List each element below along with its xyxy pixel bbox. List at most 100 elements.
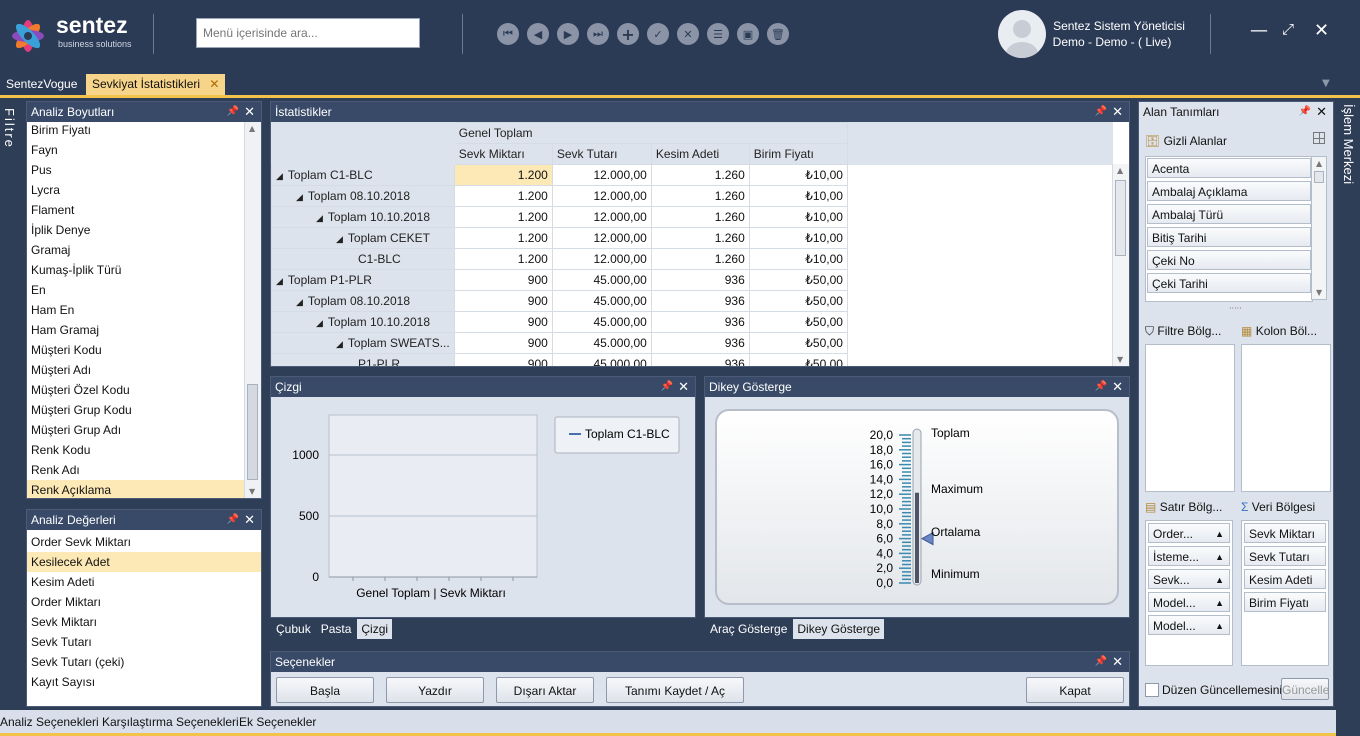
data-field-item[interactable]: Birim Fiyatı bbox=[1244, 592, 1326, 612]
value-item[interactable]: Sevk Tutarı bbox=[27, 632, 261, 652]
dimension-item[interactable]: Lycra bbox=[27, 180, 245, 200]
table-cell[interactable]: ₺10,00 bbox=[748, 248, 848, 270]
last-record-icon[interactable]: ⏭ bbox=[587, 23, 609, 45]
table-cell[interactable]: ₺10,00 bbox=[748, 185, 848, 207]
scroll-up-icon[interactable]: ▲ bbox=[1117, 166, 1123, 175]
table-cell[interactable]: 1.200 bbox=[453, 206, 553, 228]
table-cell[interactable]: 12.000,00 bbox=[551, 164, 652, 186]
row-header[interactable]: ◢ Toplam CEKET bbox=[271, 227, 455, 249]
column-area-box[interactable] bbox=[1241, 344, 1331, 492]
hidden-field-item[interactable]: Ambalaj Açıklama bbox=[1147, 181, 1311, 201]
confirm-icon[interactable]: ✓ bbox=[647, 23, 669, 45]
row-field-item[interactable]: Model... ▲ bbox=[1148, 615, 1230, 635]
close-icon[interactable]: ✕ bbox=[244, 510, 255, 530]
column-header[interactable]: Sevk Tutarı bbox=[551, 143, 652, 165]
splitter-handle[interactable]: ····· bbox=[1229, 304, 1242, 313]
value-item[interactable]: Kayıt Sayısı bbox=[27, 672, 261, 692]
next-record-icon[interactable]: ▶ bbox=[557, 23, 579, 45]
row-header[interactable]: ◢ Toplam P1-PLR bbox=[271, 269, 455, 291]
add-icon[interactable]: + bbox=[617, 23, 639, 45]
pin-icon[interactable]: 📌 bbox=[227, 102, 239, 122]
table-cell[interactable]: 900 bbox=[453, 290, 553, 312]
dimension-item[interactable]: İplik Denye bbox=[27, 220, 245, 240]
tab-bar-chart[interactable]: Çubuk bbox=[272, 619, 315, 639]
collapse-icon[interactable]: ◢ bbox=[276, 171, 283, 181]
data-field-item[interactable]: Sevk Tutarı bbox=[1244, 546, 1326, 566]
scrollbar-thumb[interactable] bbox=[1115, 180, 1126, 256]
hidden-field-item[interactable]: Ambalaj Türü bbox=[1147, 204, 1311, 224]
table-cell[interactable]: 1.200 bbox=[453, 248, 553, 270]
table-cell[interactable]: 936 bbox=[650, 269, 750, 291]
dimension-item[interactable]: Müşteri Grup Kodu bbox=[27, 400, 245, 420]
dimension-item[interactable]: Flament bbox=[27, 200, 245, 220]
collapse-icon[interactable]: ◢ bbox=[316, 318, 323, 328]
row-header[interactable]: ◢ Toplam 08.10.2018 bbox=[271, 290, 455, 312]
close-tab-icon[interactable]: ✕ bbox=[209, 77, 219, 91]
cancel-icon[interactable]: ✕ bbox=[677, 23, 699, 45]
column-header[interactable]: Birim Fiyatı bbox=[748, 143, 848, 165]
scrollbar-thumb[interactable] bbox=[247, 384, 258, 480]
value-item[interactable]: Order Miktarı bbox=[27, 592, 261, 612]
table-cell[interactable]: 45.000,00 bbox=[551, 311, 652, 333]
scrollbar[interactable]: ▲ ▼ bbox=[244, 122, 261, 498]
row-header[interactable]: ◢ Toplam SWEATS... bbox=[271, 332, 455, 354]
filter-side-tab[interactable]: Filtre bbox=[2, 108, 17, 168]
dimension-item[interactable]: Renk Açıklama bbox=[27, 480, 245, 498]
extra-options-link[interactable]: Ek Seçenekler bbox=[239, 715, 316, 729]
sort-up-icon[interactable]: ▲ bbox=[1215, 593, 1224, 613]
row-header[interactable]: C1-BLC bbox=[271, 248, 455, 270]
dimension-item[interactable]: Müşteri Özel Kodu bbox=[27, 380, 245, 400]
table-cell[interactable]: 1.260 bbox=[650, 164, 750, 186]
row-field-item[interactable]: Order... ▲ bbox=[1148, 523, 1230, 543]
hidden-field-item[interactable]: Çeki Tarihi bbox=[1147, 273, 1311, 293]
table-cell[interactable]: 1.260 bbox=[650, 248, 750, 270]
tab-line-chart[interactable]: Çizgi bbox=[357, 619, 393, 639]
pivot-scrollbar[interactable]: ▲ ▼ bbox=[1112, 164, 1129, 366]
dimension-item[interactable]: Ham En bbox=[27, 300, 245, 320]
row-field-item[interactable]: Model... ▲ bbox=[1148, 592, 1230, 612]
collapse-icon[interactable]: ◢ bbox=[336, 339, 343, 349]
table-cell[interactable]: 45.000,00 bbox=[551, 269, 652, 291]
hidden-field-item[interactable]: Acenta bbox=[1147, 158, 1311, 178]
hidden-field-item[interactable]: Çeki No bbox=[1147, 250, 1311, 270]
table-cell[interactable]: 936 bbox=[650, 353, 750, 366]
row-field-item[interactable]: Sevk... ▲ bbox=[1148, 569, 1230, 589]
table-cell[interactable]: 12.000,00 bbox=[551, 185, 652, 207]
value-item[interactable]: Kesilecek Adet bbox=[27, 552, 261, 572]
comparison-options-link[interactable]: Karşılaştırma Seçenekleri bbox=[102, 715, 239, 729]
scroll-up-icon[interactable]: ▲ bbox=[249, 124, 255, 133]
pin-icon[interactable]: 📌 bbox=[661, 377, 673, 397]
row-field-item[interactable]: İsteme... ▲ bbox=[1148, 546, 1230, 566]
table-cell[interactable]: 1.260 bbox=[650, 206, 750, 228]
data-field-item[interactable]: Kesim Adeti bbox=[1244, 569, 1326, 589]
table-cell[interactable]: 1.260 bbox=[650, 227, 750, 249]
value-item[interactable]: Sevk Tutarı (çeki) bbox=[27, 652, 261, 672]
value-item[interactable]: Order Sevk Miktarı bbox=[27, 532, 261, 552]
table-cell[interactable]: 900 bbox=[453, 332, 553, 354]
table-cell[interactable]: ₺10,00 bbox=[748, 206, 848, 228]
table-cell[interactable]: 45.000,00 bbox=[551, 332, 652, 354]
table-cell[interactable]: 900 bbox=[453, 269, 553, 291]
row-header[interactable]: ◢ Toplam C1-BLC bbox=[271, 164, 455, 186]
table-cell[interactable]: 936 bbox=[650, 311, 750, 333]
dimension-item[interactable]: Renk Kodu bbox=[27, 440, 245, 460]
delete-icon[interactable]: 🗑 bbox=[767, 23, 789, 45]
value-item[interactable]: Sevk Miktarı bbox=[27, 612, 261, 632]
table-cell[interactable]: 12.000,00 bbox=[551, 206, 652, 228]
start-button[interactable]: Başla bbox=[276, 677, 374, 703]
previous-record-icon[interactable]: ◀ bbox=[527, 23, 549, 45]
save-definition-button[interactable]: Tanımı Kaydet / Aç bbox=[606, 677, 744, 703]
action-center-side-tab[interactable]: İşlem Merkezi bbox=[1341, 104, 1357, 204]
row-header[interactable]: P1-PLR bbox=[271, 353, 455, 366]
maximize-icon[interactable]: ⤢ bbox=[1282, 20, 1294, 38]
row-header[interactable]: ◢ Toplam 08.10.2018 bbox=[271, 185, 455, 207]
tab-sevkiyat-istatistikleri[interactable]: Sevkiyat İstatistikleri ✕ bbox=[86, 74, 226, 95]
tab-sentezvogue[interactable]: SentezVogue bbox=[0, 74, 84, 95]
layout-icon[interactable] bbox=[1313, 132, 1325, 144]
tab-tool-gauge[interactable]: Araç Gösterge bbox=[706, 619, 791, 639]
dimension-item[interactable]: Müşteri Kodu bbox=[27, 340, 245, 360]
scroll-down-icon[interactable]: ▼ bbox=[1117, 355, 1123, 364]
pin-icon[interactable]: 📌 bbox=[1095, 377, 1107, 397]
close-icon[interactable]: ✕ bbox=[1316, 102, 1327, 122]
row-header[interactable]: ◢ Toplam 10.10.2018 bbox=[271, 311, 455, 333]
